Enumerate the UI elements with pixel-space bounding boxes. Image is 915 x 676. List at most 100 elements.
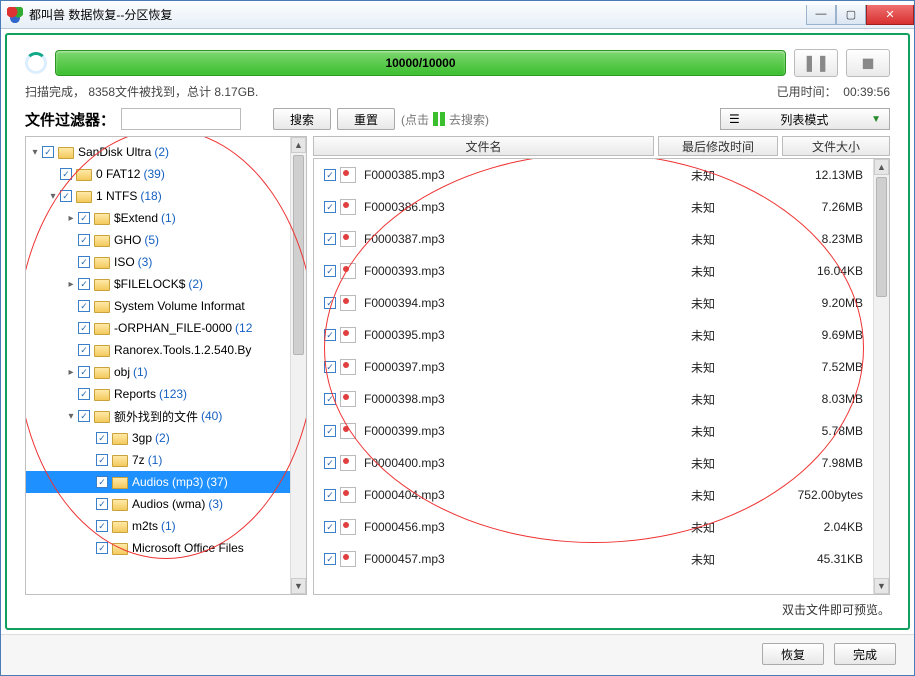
tree-node[interactable]: ✓Microsoft Office Files xyxy=(26,537,290,559)
checkbox[interactable]: ✓ xyxy=(78,388,90,400)
tree-node[interactable]: ✓GHO (5) xyxy=(26,229,290,251)
file-row[interactable]: ✓F0000399.mp3未知5.78MB xyxy=(314,415,873,447)
expand-toggle[interactable]: ▸ xyxy=(66,367,76,378)
tree-node[interactable]: ▸✓$Extend (1) xyxy=(26,207,290,229)
checkbox[interactable]: ✓ xyxy=(324,265,336,277)
file-name: F0000404.mp3 xyxy=(364,488,643,502)
expand-toggle[interactable]: ▾ xyxy=(66,411,76,422)
file-row[interactable]: ✓F0000456.mp3未知2.04KB xyxy=(314,511,873,543)
list-scrollbar[interactable]: ▲ ▼ xyxy=(873,159,889,594)
tree-scrollbar[interactable]: ▲ ▼ xyxy=(290,137,306,594)
expand-toggle[interactable]: ▸ xyxy=(66,213,76,224)
tree-node[interactable]: ✓3gp (2) xyxy=(26,427,290,449)
checkbox[interactable]: ✓ xyxy=(60,168,72,180)
checkbox[interactable]: ✓ xyxy=(324,169,336,181)
file-size: 7.26MB xyxy=(763,200,873,214)
scroll-down-button[interactable]: ▼ xyxy=(874,578,889,594)
scroll-down-button[interactable]: ▼ xyxy=(291,578,306,594)
tree-node[interactable]: ✓Reports (123) xyxy=(26,383,290,405)
checkbox[interactable]: ✓ xyxy=(324,521,336,533)
checkbox[interactable]: ✓ xyxy=(78,322,90,334)
expand-toggle[interactable]: ▾ xyxy=(48,191,58,202)
checkbox[interactable]: ✓ xyxy=(42,146,54,158)
checkbox[interactable]: ✓ xyxy=(78,300,90,312)
expand-toggle[interactable]: ▾ xyxy=(30,147,40,158)
tree-node[interactable]: ✓Ranorex.Tools.1.2.540.By xyxy=(26,339,290,361)
tree-node[interactable]: ▾✓1 NTFS (18) xyxy=(26,185,290,207)
done-button[interactable]: 完成 xyxy=(834,643,896,665)
checkbox[interactable]: ✓ xyxy=(324,329,336,341)
checkbox[interactable]: ✓ xyxy=(78,410,90,422)
tree-node[interactable]: ✓Audios (wma) (3) xyxy=(26,493,290,515)
file-row[interactable]: ✓F0000400.mp3未知7.98MB xyxy=(314,447,873,479)
file-row[interactable]: ✓F0000394.mp3未知9.20MB xyxy=(314,287,873,319)
scroll-thumb[interactable] xyxy=(293,155,304,355)
tree-node[interactable]: ✓m2ts (1) xyxy=(26,515,290,537)
search-button[interactable]: 搜索 xyxy=(273,108,331,130)
column-filename[interactable]: 文件名 xyxy=(313,136,654,156)
chevron-down-icon: ▼ xyxy=(871,114,881,125)
minimize-button[interactable]: — xyxy=(806,5,836,25)
checkbox[interactable]: ✓ xyxy=(78,256,90,268)
file-row[interactable]: ✓F0000457.mp3未知45.31KB xyxy=(314,543,873,575)
checkbox[interactable]: ✓ xyxy=(96,454,108,466)
checkbox[interactable]: ✓ xyxy=(324,393,336,405)
checkbox[interactable]: ✓ xyxy=(78,344,90,356)
stop-button[interactable]: ◼ xyxy=(846,49,890,77)
tree-node[interactable]: ▸✓obj (1) xyxy=(26,361,290,383)
checkbox[interactable]: ✓ xyxy=(324,233,336,245)
tree-node[interactable]: ▾✓SanDisk Ultra (2) xyxy=(26,141,290,163)
checkbox[interactable]: ✓ xyxy=(96,432,108,444)
file-row[interactable]: ✓F0000398.mp3未知8.03MB xyxy=(314,383,873,415)
checkbox[interactable]: ✓ xyxy=(324,297,336,309)
viewmode-dropdown[interactable]: ☰ 列表模式 ▼ xyxy=(720,108,890,130)
tree-node[interactable]: ✓-ORPHAN_FILE-0000 (12 xyxy=(26,317,290,339)
checkbox[interactable]: ✓ xyxy=(60,190,72,202)
reset-button[interactable]: 重置 xyxy=(337,108,395,130)
checkbox[interactable]: ✓ xyxy=(324,361,336,373)
checkbox[interactable]: ✓ xyxy=(96,542,108,554)
file-name: F0000394.mp3 xyxy=(364,296,643,310)
titlebar[interactable]: 都叫兽 数据恢复--分区恢复 — ▢ ✕ xyxy=(1,1,914,29)
file-name: F0000395.mp3 xyxy=(364,328,643,342)
tree-node[interactable]: ✓0 FAT12 (39) xyxy=(26,163,290,185)
checkbox[interactable]: ✓ xyxy=(96,498,108,510)
file-row[interactable]: ✓F0000393.mp3未知16.04KB xyxy=(314,255,873,287)
file-row[interactable]: ✓F0000397.mp3未知7.52MB xyxy=(314,351,873,383)
scroll-up-button[interactable]: ▲ xyxy=(291,137,306,153)
file-row[interactable]: ✓F0000404.mp3未知752.00bytes xyxy=(314,479,873,511)
tree-node[interactable]: ✓ISO (3) xyxy=(26,251,290,273)
file-row[interactable]: ✓F0000386.mp3未知7.26MB xyxy=(314,191,873,223)
column-modified[interactable]: 最后修改时间 xyxy=(658,136,778,156)
checkbox[interactable]: ✓ xyxy=(78,366,90,378)
close-button[interactable]: ✕ xyxy=(866,5,914,25)
tree-node[interactable]: ✓System Volume Informat xyxy=(26,295,290,317)
tree-node[interactable]: ▾✓额外找到的文件 (40) xyxy=(26,405,290,427)
pause-button[interactable]: ❚❚ xyxy=(794,49,838,77)
maximize-button[interactable]: ▢ xyxy=(836,5,866,25)
scroll-up-button[interactable]: ▲ xyxy=(874,159,889,175)
column-size[interactable]: 文件大小 xyxy=(782,136,890,156)
file-size: 5.78MB xyxy=(763,424,873,438)
file-row[interactable]: ✓F0000395.mp3未知9.69MB xyxy=(314,319,873,351)
file-row[interactable]: ✓F0000385.mp3未知12.13MB xyxy=(314,159,873,191)
tree-node[interactable]: ✓7z (1) xyxy=(26,449,290,471)
checkbox[interactable]: ✓ xyxy=(96,476,108,488)
checkbox[interactable]: ✓ xyxy=(324,201,336,213)
scroll-thumb[interactable] xyxy=(876,177,887,297)
tree-node[interactable]: ✓Audios (mp3) (37) xyxy=(26,471,290,493)
checkbox[interactable]: ✓ xyxy=(78,234,90,246)
checkbox[interactable]: ✓ xyxy=(78,278,90,290)
file-row[interactable]: ✓F0000387.mp3未知8.23MB xyxy=(314,223,873,255)
expand-toggle[interactable]: ▸ xyxy=(66,279,76,290)
tree-node[interactable]: ▸✓$FILELOCK$ (2) xyxy=(26,273,290,295)
folder-icon xyxy=(58,147,74,159)
filter-input[interactable] xyxy=(121,108,241,130)
checkbox[interactable]: ✓ xyxy=(78,212,90,224)
checkbox[interactable]: ✓ xyxy=(96,520,108,532)
recover-button[interactable]: 恢复 xyxy=(762,643,824,665)
checkbox[interactable]: ✓ xyxy=(324,457,336,469)
checkbox[interactable]: ✓ xyxy=(324,489,336,501)
checkbox[interactable]: ✓ xyxy=(324,425,336,437)
checkbox[interactable]: ✓ xyxy=(324,553,336,565)
